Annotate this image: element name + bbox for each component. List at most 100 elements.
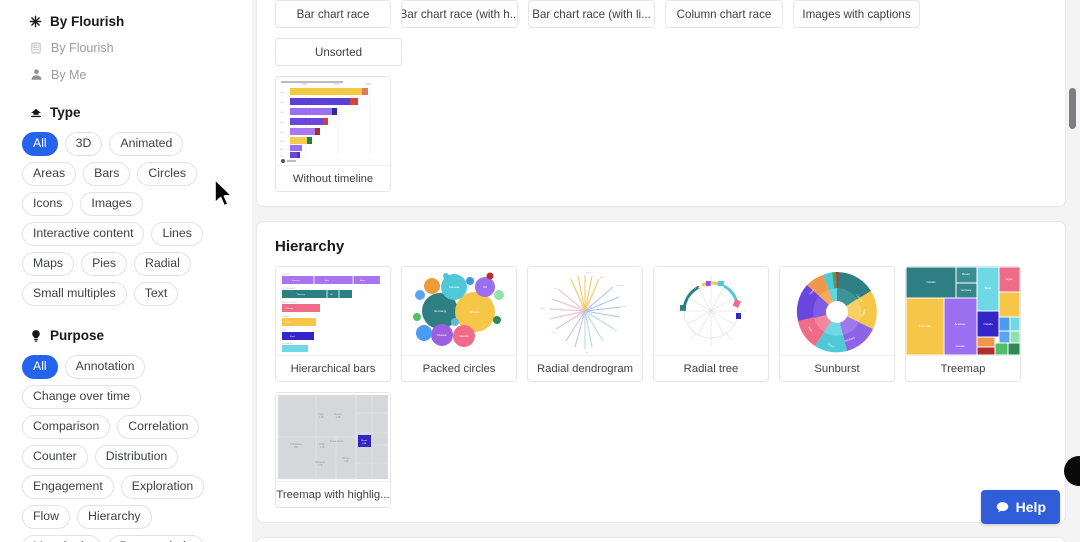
purpose-chip-correlation[interactable]: Correlation	[117, 415, 199, 439]
purpose-chip-part-to-whole[interactable]: Part-to-whole	[108, 535, 203, 542]
svg-text:WORLD: WORLD	[282, 274, 290, 276]
scrollbar-thumb[interactable]	[1069, 88, 1076, 129]
template-card-without-timeline[interactable]: 200520102015	[275, 76, 391, 192]
template-card-unsorted[interactable]: Unsorted	[275, 38, 402, 66]
section-title-purpose-label: Purpose	[50, 328, 104, 343]
type-chip-3d[interactable]: 3D	[65, 132, 103, 156]
type-chip-animated[interactable]: Animated	[109, 132, 183, 156]
chat-bubble-icon	[995, 500, 1010, 515]
svg-text:DEU: DEU	[280, 122, 285, 124]
svg-text:Canada: Canada	[983, 322, 993, 326]
type-chip-maps[interactable]: Maps	[22, 252, 74, 276]
purpose-chip-all[interactable]: All	[22, 355, 58, 379]
type-chip-pies[interactable]: Pies	[81, 252, 127, 276]
floating-widget-bubble[interactable]	[1064, 456, 1080, 486]
svg-text:869: 869	[294, 446, 299, 449]
purpose-chip-annotation[interactable]: Annotation	[65, 355, 146, 379]
type-chip-all[interactable]: All	[22, 132, 58, 156]
type-chip-icons[interactable]: Icons	[22, 192, 73, 216]
panel-hierarchy: Hierarchy WORLD AmericasAsiaAfrica	[256, 221, 1066, 523]
svg-text:1.0B: 1.0B	[344, 460, 349, 463]
type-chip-bars[interactable]: Bars	[83, 162, 130, 186]
template-card-label: Hierarchical bars	[276, 355, 390, 381]
template-card-label: Packed circles	[402, 355, 516, 381]
purpose-chip-magnitude[interactable]: Magnitude	[22, 535, 101, 542]
template-card-bar-chart-race[interactable]: Bar chart race	[275, 0, 391, 28]
svg-text:France: France	[470, 310, 480, 314]
purpose-chip-change-over-time[interactable]: Change over time	[22, 385, 141, 409]
svg-text:1.0B: 1.0B	[362, 443, 367, 445]
svg-text:Mexico: Mexico	[962, 272, 971, 276]
purpose-chip-comparison[interactable]: Comparison	[22, 415, 110, 439]
svg-text:Germany: Germany	[961, 288, 972, 292]
sidebar-item-by-flourish[interactable]: By Flourish	[29, 39, 234, 56]
sidebar-header: By Flourish	[28, 14, 234, 29]
purpose-chip-exploration[interactable]: Exploration	[121, 475, 205, 499]
svg-text:Alpha: Alpha	[586, 271, 592, 274]
svg-text:ASIA: ASIA	[282, 329, 287, 332]
svg-text:2010: 2010	[334, 83, 340, 86]
template-card-radial-tree[interactable]: Radial tree	[653, 266, 769, 382]
sidebar-item-by-me[interactable]: By Me	[29, 66, 234, 83]
type-chip-radial[interactable]: Radial	[134, 252, 191, 276]
person-icon	[29, 68, 43, 82]
template-card-radial-dendrogram[interactable]: AlphaBetaGamma DeltaEpsZeta EtaThetaIota…	[527, 266, 643, 382]
svg-text:UK: UK	[483, 285, 487, 289]
packed-circles-thumb: GermanyFrance CanadaUK MexicoRussia	[402, 267, 516, 355]
panel-bar-chart-race: Bar chart race Bar chart race (with h...…	[256, 0, 1066, 207]
svg-text:Japan: Japan	[1005, 277, 1013, 281]
type-chip-lines[interactable]: Lines	[151, 222, 202, 246]
top-panel-card-row: 200520102015	[275, 76, 1047, 192]
template-card-images-with-captions[interactable]: Images with captions	[793, 0, 920, 28]
template-card-label: Treemap	[906, 355, 1020, 381]
type-chip-circles[interactable]: Circles	[137, 162, 197, 186]
type-chip-interactive-content[interactable]: Interactive content	[22, 222, 144, 246]
page-scrollbar[interactable]	[1066, 0, 1080, 542]
template-card-treemap-with-highlight[interactable]: India1.4B Mexico1.3B Philippines869 Chil…	[275, 392, 391, 508]
svg-text:Germany: Germany	[434, 309, 447, 313]
type-chip-areas[interactable]: Areas	[22, 162, 76, 186]
svg-text:Americas: Americas	[292, 279, 300, 282]
type-chip-images[interactable]: Images	[80, 192, 142, 216]
help-button[interactable]: Help	[981, 490, 1060, 524]
svg-text:Canada: Canada	[955, 344, 965, 348]
svg-text:Canada: Canada	[449, 285, 460, 289]
purpose-chip-counter[interactable]: Counter	[22, 445, 88, 469]
svg-text:Germany: Germany	[297, 293, 305, 296]
hierarchy-card-grid: WORLD AmericasAsiaAfrica NORTH AMER. Ger…	[275, 266, 1047, 508]
section-title-type-label: Type	[50, 105, 81, 120]
template-card-treemap[interactable]: CanadaMexicoGermany BrazilJapan Indonesi…	[905, 266, 1021, 382]
help-button-label: Help	[1016, 499, 1046, 515]
type-chip-small-multiples[interactable]: Small multiples	[22, 282, 127, 306]
svg-text:JPN: JPN	[280, 112, 284, 114]
building-icon	[29, 41, 43, 55]
svg-text:1.4B: 1.4B	[319, 416, 324, 419]
purpose-chip-engagement[interactable]: Engagement	[22, 475, 114, 499]
purpose-chip-flow[interactable]: Flow	[22, 505, 70, 529]
template-card-hierarchical-bars[interactable]: WORLD AmericasAsiaAfrica NORTH AMER. Ger…	[275, 266, 391, 382]
template-card-sunburst[interactable]: Canada France Germany Brazil India Japan…	[779, 266, 895, 382]
sidebar: By Flourish By Flourish	[0, 0, 252, 542]
purpose-chip-distribution[interactable]: Distribution	[95, 445, 179, 469]
svg-text:GERMANY: GERMANY	[282, 342, 293, 345]
section-title-purpose: Purpose	[28, 328, 234, 343]
svg-text:California: California	[285, 307, 294, 310]
flourish-template-browser: By Flourish By Flourish	[0, 0, 1080, 542]
template-card-column-chart-race[interactable]: Column chart race	[665, 0, 783, 28]
sidebar-header-label: By Flourish	[50, 14, 124, 29]
svg-text:1.1B: 1.1B	[320, 446, 325, 449]
svg-text:Delta: Delta	[622, 305, 628, 308]
type-chip-text[interactable]: Text	[134, 282, 179, 306]
svg-text:Canada: Canada	[926, 280, 936, 284]
template-card-bar-chart-race-with-h[interactable]: Bar chart race (with h...	[401, 0, 518, 28]
template-card-packed-circles[interactable]: GermanyFrance CanadaUK MexicoRussia Pack…	[401, 266, 517, 382]
svg-text:2015: 2015	[366, 83, 372, 86]
bar-chart-race-thumb: 200520102015	[276, 77, 390, 165]
svg-text:UNITED STATES: UNITED STATES	[282, 301, 298, 304]
hierarchical-bars-thumb: WORLD AmericasAsiaAfrica NORTH AMER. Ger…	[276, 267, 390, 355]
svg-text:Russia: Russia	[437, 333, 447, 337]
purpose-chip-hierarchy[interactable]: Hierarchy	[77, 505, 152, 529]
template-card-bar-chart-race-with-li[interactable]: Bar chart race (with li...	[528, 0, 655, 28]
svg-text:Americas: Americas	[955, 322, 967, 326]
svg-text:Japan: Japan	[337, 440, 344, 443]
